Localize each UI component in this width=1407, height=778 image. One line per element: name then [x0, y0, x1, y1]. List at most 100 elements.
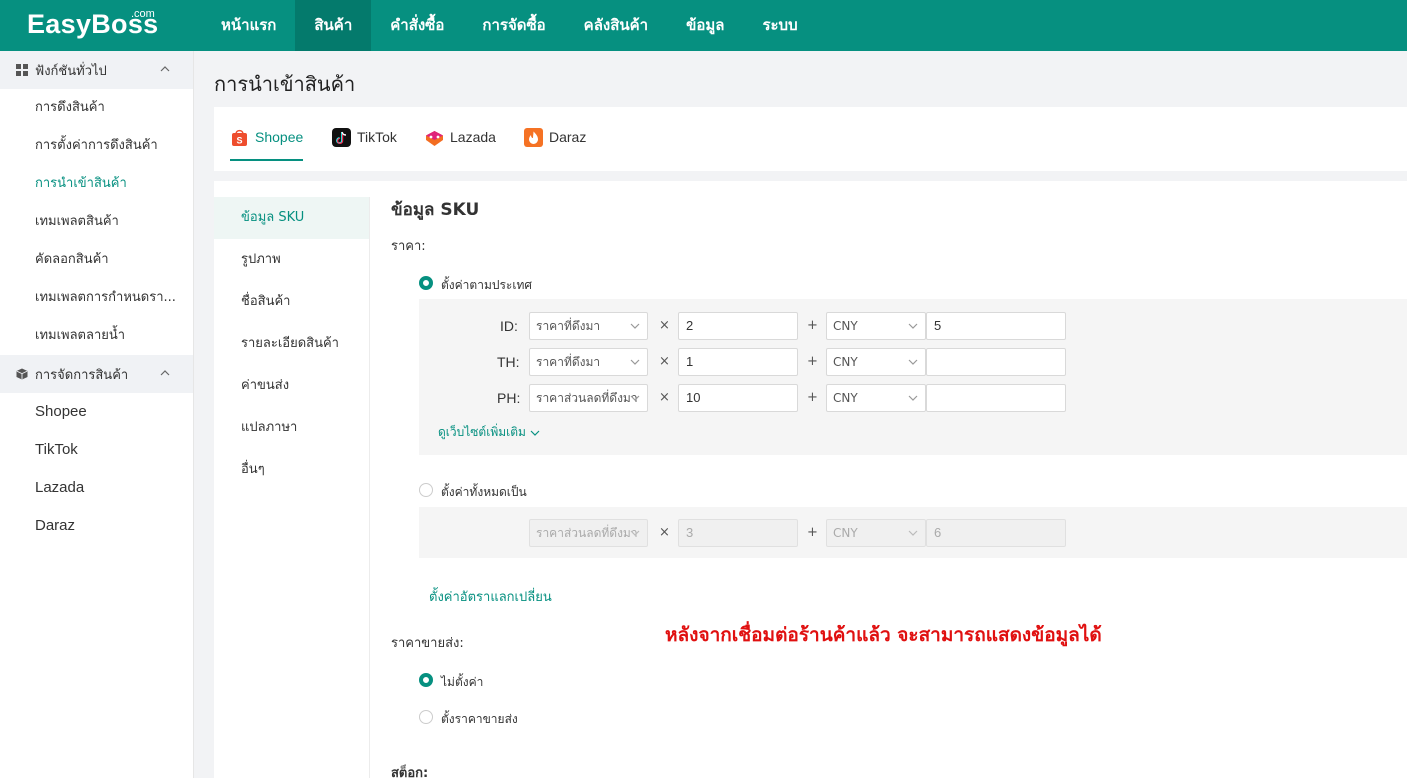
radio-by-country[interactable] — [419, 276, 433, 290]
currency-select[interactable]: CNY — [826, 348, 926, 376]
country-code: TH: — [497, 354, 520, 370]
exchange-rate-link[interactable]: ตั้งค่าอัตราแลกเปลี่ยน — [429, 586, 552, 607]
sidebar-item-pull-products[interactable]: การดึงสินค้า — [0, 89, 193, 127]
menu-shipping[interactable]: ค่าขนส่ง — [214, 365, 369, 407]
nav-purchasing[interactable]: การจัดซื้อ — [463, 0, 564, 51]
connect-shop-notice: หลังจากเชื่อมต่อร้านค้าแล้ว จะสามารถแสดง… — [665, 624, 1102, 646]
tab-label: Daraz — [549, 129, 587, 145]
menu-product-name[interactable]: ชื่อสินค้า — [214, 281, 369, 323]
select-value: CNY — [833, 526, 858, 540]
price-label: ราคา: — [391, 239, 426, 254]
tab-lazada[interactable]: Lazada — [425, 129, 496, 161]
currency-select-disabled: CNY — [826, 519, 926, 547]
menu-sku-info[interactable]: ข้อมูล SKU — [214, 197, 369, 239]
nav-warehouse[interactable]: คลังสินค้า — [565, 0, 667, 51]
tab-label: Lazada — [450, 129, 496, 145]
plus-sign: + — [807, 354, 818, 369]
menu-images[interactable]: รูปภาพ — [214, 239, 369, 281]
add-amount-input[interactable]: 5 — [926, 312, 1066, 340]
sidebar-item-daraz[interactable]: Daraz — [0, 507, 193, 545]
section-title: ข้อมูล SKU — [391, 200, 480, 220]
chevron-down-icon — [908, 530, 918, 536]
radio-set-wholesale[interactable] — [419, 710, 433, 724]
radio-set-wholesale-label: ตั้งราคาขายส่ง — [441, 712, 518, 726]
select-value: CNY — [833, 391, 858, 405]
sidebar-item-shopee[interactable]: Shopee — [0, 393, 193, 431]
price-type-select[interactable]: ราคาที่ดึงมา — [529, 312, 648, 340]
chevron-down-icon — [630, 323, 640, 329]
box-icon — [16, 368, 28, 380]
tab-label: Shopee — [255, 129, 304, 145]
add-amount-input-disabled: 6 — [926, 519, 1066, 547]
chevron-up-icon[interactable] — [159, 63, 171, 75]
add-amount-input[interactable] — [926, 348, 1066, 376]
radio-set-all-label: ตั้งค่าทั้งหมดเป็น — [441, 485, 527, 499]
stock-label: สต็อก: — [391, 766, 429, 778]
sidebar-item-import-products[interactable]: การนำเข้าสินค้า — [0, 165, 193, 203]
tiktok-icon — [332, 128, 351, 147]
multiplier-input[interactable]: 1 — [678, 348, 798, 376]
times-sign: × — [659, 390, 670, 405]
radio-set-all[interactable] — [419, 483, 433, 497]
tab-daraz[interactable]: Daraz — [524, 128, 587, 161]
radio-no-wholesale[interactable] — [419, 673, 433, 687]
tab-tiktok[interactable]: TikTok — [332, 128, 397, 161]
price-type-select[interactable]: ราคาที่ดึงมา — [529, 348, 648, 376]
menu-translation[interactable]: แปลภาษา — [214, 407, 369, 449]
main-menu: หน้าแรก สินค้า คำสั่งซื้อ การจัดซื้อ คลั… — [202, 0, 817, 51]
tab-shopee[interactable]: S Shopee — [230, 129, 304, 161]
page-title: การนำเข้าสินค้า — [214, 72, 356, 96]
menu-others[interactable]: อื่นๆ — [214, 449, 369, 491]
country-code: ID: — [500, 318, 518, 334]
nav-orders[interactable]: คำสั่งซื้อ — [371, 0, 463, 51]
sidebar-item-lazada[interactable]: Lazada — [0, 469, 193, 507]
multiplier-input[interactable]: 2 — [678, 312, 798, 340]
more-sites-label: ดูเว็บไซต์เพิ่มเติม — [438, 425, 526, 439]
nav-products[interactable]: สินค้า — [295, 0, 372, 51]
price-type-select[interactable]: ราคาส่วนลดที่ดึงมา — [529, 384, 648, 412]
country-code: PH: — [497, 390, 521, 406]
more-sites-link[interactable]: ดูเว็บไซต์เพิ่มเติม — [438, 423, 540, 442]
sidebar-item-product-templates[interactable]: เทมเพลตสินค้า — [0, 203, 193, 241]
sidebar-group-label: ฟังก์ชันทั่วไป — [35, 63, 107, 79]
chevron-down-icon — [630, 530, 640, 536]
brand-logo-suffix: .com — [131, 8, 155, 20]
select-value: ราคาที่ดึงมา — [536, 319, 601, 333]
currency-select[interactable]: CNY — [826, 384, 926, 412]
radio-no-wholesale-label: ไม่ตั้งค่า — [441, 675, 484, 689]
currency-select[interactable]: CNY — [826, 312, 926, 340]
sidebar-item-tiktok[interactable]: TikTok — [0, 431, 193, 469]
nav-home[interactable]: หน้าแรก — [202, 0, 295, 51]
chevron-down-icon — [908, 359, 918, 365]
sidebar-item-watermark-templates[interactable]: เทมเพลตลายน้ำ — [0, 317, 193, 355]
grid-icon — [16, 64, 28, 76]
sidebar: ฟังก์ชันทั่วไป การดึงสินค้า การตั้งค่ากา… — [0, 51, 194, 778]
chevron-down-icon — [908, 395, 918, 401]
chevron-down-icon — [630, 359, 640, 365]
settings-menu: ข้อมูล SKU รูปภาพ ชื่อสินค้า รายละเอียดส… — [214, 197, 370, 778]
chevron-down-icon — [630, 395, 640, 401]
select-value: ราคาส่วนลดที่ดึงมา — [536, 526, 638, 540]
menu-product-description[interactable]: รายละเอียดสินค้า — [214, 323, 369, 365]
select-value: ราคาส่วนลดที่ดึงมา — [536, 391, 638, 405]
multiplier-input-disabled: 3 — [678, 519, 798, 547]
sidebar-group-label: การจัดการสินค้า — [35, 367, 129, 383]
sidebar-group-general[interactable]: ฟังก์ชันทั่วไป — [0, 51, 193, 89]
sidebar-group-product-management[interactable]: การจัดการสินค้า — [0, 355, 193, 393]
times-sign: × — [659, 318, 670, 333]
sidebar-item-copy-products[interactable]: คัดลอกสินค้า — [0, 241, 193, 279]
sidebar-item-pricing-templates[interactable]: เทมเพลตการกำหนดรา... — [0, 279, 193, 317]
nav-system[interactable]: ระบบ — [743, 0, 816, 51]
plus-sign: + — [807, 525, 818, 540]
chevron-down-icon — [908, 323, 918, 329]
sidebar-item-pull-settings[interactable]: การตั้งค่าการดึงสินค้า — [0, 127, 193, 165]
daraz-icon — [524, 128, 543, 147]
times-sign: × — [659, 354, 670, 369]
nav-data[interactable]: ข้อมูล — [667, 0, 743, 51]
add-amount-input[interactable] — [926, 384, 1066, 412]
shopee-icon: S — [232, 129, 247, 146]
select-value: CNY — [833, 319, 858, 333]
chevron-up-icon[interactable] — [159, 367, 171, 379]
select-value: ราคาที่ดึงมา — [536, 355, 601, 369]
multiplier-input[interactable]: 10 — [678, 384, 798, 412]
